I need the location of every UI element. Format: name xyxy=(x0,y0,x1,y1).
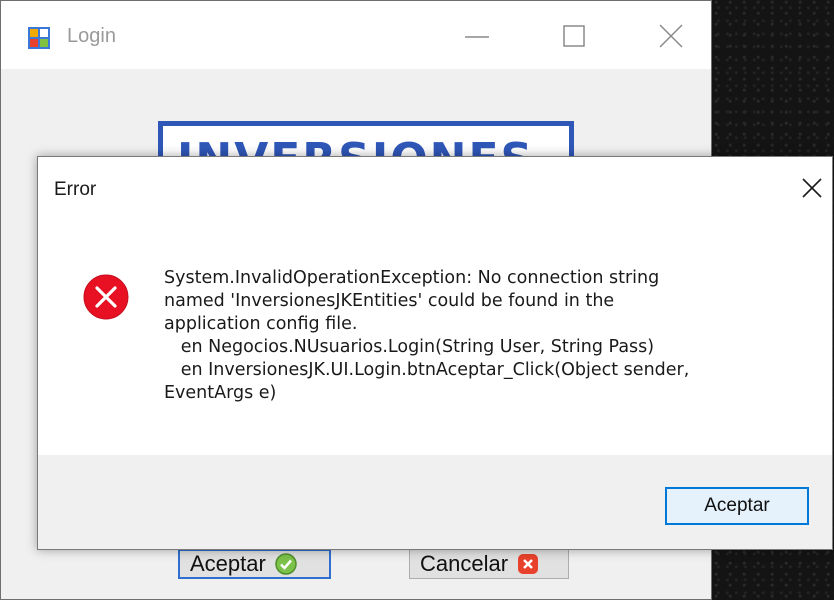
login-cancel-label: Cancelar xyxy=(420,551,509,576)
login-window-title: Login xyxy=(67,25,116,47)
error-dialog-body: System.InvalidOperationException: No con… xyxy=(38,221,832,455)
app-icon xyxy=(28,27,50,49)
login-cancel-button[interactable]: Cancelar xyxy=(409,549,569,579)
cancel-x-icon xyxy=(518,554,539,574)
error-accept-button[interactable]: Aceptar xyxy=(665,487,809,525)
login-accept-button[interactable]: Aceptar xyxy=(178,549,331,579)
error-message: System.InvalidOperationException: No con… xyxy=(164,268,690,403)
error-dialog-title: Error xyxy=(54,179,97,200)
minimize-icon[interactable] xyxy=(457,21,497,53)
login-accept-label: Aceptar xyxy=(190,551,266,576)
error-x-circle-icon xyxy=(83,274,129,320)
login-titlebar[interactable]: Login xyxy=(1,1,711,69)
check-circle-icon xyxy=(275,553,297,575)
error-titlebar[interactable]: Error xyxy=(38,157,832,221)
error-accept-label: Aceptar xyxy=(704,495,770,516)
maximize-icon[interactable] xyxy=(554,21,594,53)
close-icon[interactable] xyxy=(651,21,691,53)
error-dialog: Error System.InvalidOperationException: … xyxy=(37,156,833,550)
close-icon[interactable] xyxy=(797,173,827,203)
